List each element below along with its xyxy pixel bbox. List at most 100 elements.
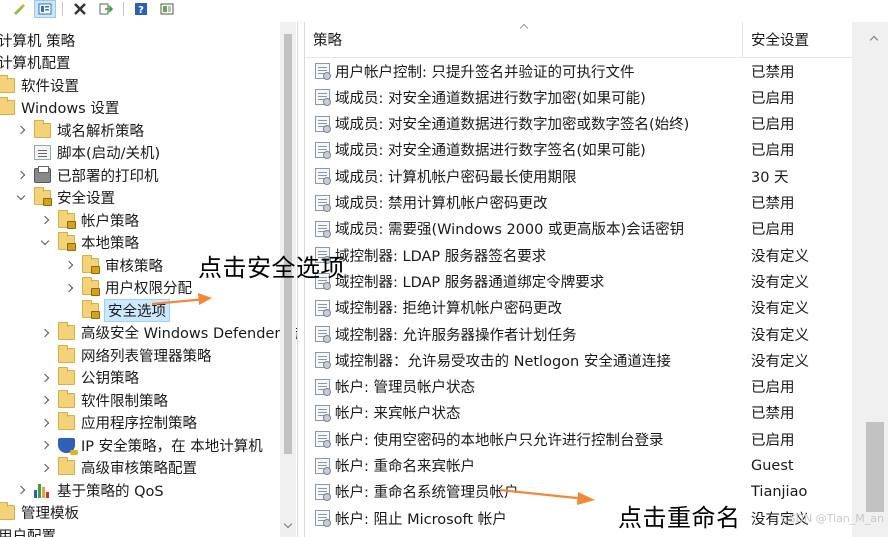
delete-button[interactable] bbox=[69, 0, 91, 18]
chevron-right-icon[interactable] bbox=[16, 485, 26, 495]
policy-cell: 域成员: 对安全通道数据进行数字签名(如果可能) bbox=[305, 139, 743, 160]
tree-item-label: 计算机配置 bbox=[0, 56, 71, 72]
tree-item[interactable]: 本地策略 bbox=[40, 232, 139, 254]
security-setting-value: 已禁用 bbox=[751, 406, 795, 423]
tree-item[interactable]: 用户配置 bbox=[0, 524, 56, 537]
tree-item[interactable]: 脚本(启动/关机) bbox=[16, 142, 160, 164]
toolbar: ? bbox=[0, 0, 888, 18]
script-icon bbox=[34, 145, 51, 160]
policy-row[interactable]: 域控制器: 允许服务器操作者计划任务 没有定义 bbox=[305, 321, 853, 347]
tree-item[interactable]: 应用程序控制策略 bbox=[40, 412, 197, 434]
policy-cell: 域控制器: 允许服务器操作者计划任务 bbox=[305, 324, 743, 345]
policy-row[interactable]: 域成员: 禁用计算机帐户密码更改 已禁用 bbox=[305, 190, 853, 216]
folder-icon bbox=[0, 74, 15, 93]
chevron-right-icon[interactable] bbox=[40, 463, 50, 473]
folder-icon bbox=[58, 344, 75, 363]
chevron-right-icon[interactable] bbox=[40, 373, 50, 383]
lock-folder-icon bbox=[58, 232, 76, 251]
policy-setting-icon bbox=[315, 378, 331, 396]
chevron-right-icon[interactable] bbox=[16, 170, 26, 180]
chevron-right-icon[interactable] bbox=[40, 418, 50, 428]
view-button[interactable] bbox=[156, 0, 178, 18]
policy-setting-icon bbox=[315, 404, 331, 422]
column-header-setting[interactable]: 安全设置 bbox=[743, 22, 853, 57]
policy-cell: 域控制器: 拒绝计算机帐户密码更改 bbox=[305, 297, 743, 318]
bar-chart-bar bbox=[42, 486, 45, 498]
folder-icon bbox=[58, 457, 75, 475]
tree-item[interactable]: 已部署的打印机 bbox=[16, 164, 159, 186]
chevron-right-icon[interactable] bbox=[40, 328, 50, 338]
policy-row[interactable]: 帐户: 使用空密码的本地帐户只允许进行控制台登录 已启用 bbox=[305, 426, 853, 452]
chevron-right-icon[interactable] bbox=[64, 283, 74, 293]
tree-item[interactable]: 安全设置 bbox=[16, 187, 115, 209]
column-header-policy[interactable]: 策略 bbox=[305, 22, 743, 57]
chevron-right-icon[interactable] bbox=[40, 440, 50, 450]
policy-name: 帐户: 阻止 Microsoft 帐户 bbox=[335, 511, 507, 528]
chevron-down-icon[interactable] bbox=[284, 521, 292, 529]
policy-row[interactable]: 域成员: 计算机帐户密码最长使用期限 30 天 bbox=[305, 163, 853, 189]
tree-item[interactable]: 计算机 策略 bbox=[0, 29, 75, 51]
chevron-right-icon[interactable] bbox=[40, 395, 50, 405]
chevron-right-icon[interactable] bbox=[64, 260, 74, 270]
policy-row[interactable]: 域成员: 需要强(Windows 2000 或更高版本)会话密钥 已启用 bbox=[305, 216, 853, 242]
policy-setting-icon bbox=[315, 457, 331, 475]
policy-name: 用户帐户控制: 只提升签名并验证的可执行文件 bbox=[335, 64, 635, 81]
tree-item-label: 已部署的打印机 bbox=[57, 168, 159, 185]
tree-item[interactable]: 管理模板 bbox=[0, 502, 79, 524]
policy-setting-icon bbox=[315, 510, 331, 528]
tree-item[interactable]: 软件设置 bbox=[0, 74, 79, 96]
policy-row[interactable]: 域控制器：允许易受攻击的 Netlogon 安全通道连接 没有定义 bbox=[305, 347, 853, 373]
folder-icon bbox=[58, 389, 75, 408]
edit-button[interactable] bbox=[8, 0, 30, 18]
tree-item[interactable]: 审核策略 bbox=[64, 254, 163, 276]
policy-setting-icon bbox=[315, 299, 331, 317]
tree-item[interactable]: 域名解析策略 bbox=[16, 119, 144, 141]
chevron-up-icon[interactable] bbox=[870, 34, 878, 42]
policy-row[interactable]: 用户帐户控制: 只提升签名并验证的可执行文件 已禁用 bbox=[305, 58, 853, 84]
security-setting-value: 已启用 bbox=[751, 380, 795, 397]
tree-item[interactable]: 高级审核策略配置 bbox=[40, 457, 197, 479]
tree-item[interactable]: 帐户策略 bbox=[40, 209, 139, 231]
policy-row[interactable]: 域成员: 对安全通道数据进行数字加密或数字签名(始终) 已启用 bbox=[305, 111, 853, 137]
export-button[interactable] bbox=[95, 0, 117, 18]
policy-row[interactable]: 域成员: 对安全通道数据进行数字签名(如果可能) 已启用 bbox=[305, 137, 853, 163]
security-setting-value: 没有定义 bbox=[751, 248, 809, 265]
policy-row[interactable]: 域控制器: LDAP 服务器签名要求 没有定义 bbox=[305, 242, 853, 268]
tree-scrollbar-thumb[interactable] bbox=[284, 34, 292, 454]
tree-item-label: 公钥策略 bbox=[81, 371, 139, 387]
tree-item[interactable]: 计算机配置 bbox=[0, 52, 71, 74]
policy-row[interactable]: 帐户: 管理员帐户状态 已启用 bbox=[305, 374, 853, 400]
policy-row[interactable]: 帐户: 来宾帐户状态 已禁用 bbox=[305, 400, 853, 426]
column-header-policy-label: 策略 bbox=[313, 32, 342, 49]
chevron-down-icon[interactable] bbox=[16, 193, 26, 203]
policy-cell: 域成员: 禁用计算机帐户密码更改 bbox=[305, 192, 743, 213]
annotation-arrow-right bbox=[499, 488, 595, 505]
policy-row[interactable]: 域控制器: 拒绝计算机帐户密码更改 没有定义 bbox=[305, 295, 853, 321]
policy-cell: 帐户: 来宾帐户状态 bbox=[305, 402, 743, 423]
tree-item-label: 帐户策略 bbox=[81, 213, 139, 230]
folder-icon bbox=[58, 322, 75, 340]
list-scrollbar[interactable] bbox=[852, 22, 888, 537]
tree-item[interactable]: IP 安全策略，在 本地计算机 bbox=[40, 434, 263, 456]
lock-folder-icon bbox=[34, 187, 52, 206]
tree-item[interactable]: 公钥策略 bbox=[40, 367, 139, 389]
list-scrollbar-thumb[interactable] bbox=[866, 422, 884, 512]
policy-row[interactable]: 域控制器: LDAP 服务器通道绑定令牌要求 没有定义 bbox=[305, 268, 853, 294]
tree-item[interactable]: 基于策略的 QoS bbox=[16, 479, 164, 501]
policy-row[interactable]: 域成员: 对安全通道数据进行数字加密(如果可能) 已启用 bbox=[305, 84, 853, 110]
policy-row[interactable]: 帐户: 重命名来宾帐户 Guest bbox=[305, 453, 853, 479]
policy-name: 帐户: 使用空密码的本地帐户只允许进行控制台登录 bbox=[335, 432, 664, 449]
chevron-right-icon[interactable] bbox=[16, 125, 26, 135]
folder-icon bbox=[0, 502, 15, 520]
policy-cell: 域成员: 对安全通道数据进行数字加密(如果可能) bbox=[305, 87, 743, 108]
help-button[interactable]: ? bbox=[130, 0, 152, 18]
properties-icon bbox=[38, 3, 52, 15]
tree-item[interactable]: 网络列表管理器策略 bbox=[40, 344, 212, 366]
tree-item[interactable]: 高级安全 Windows Defender 防 bbox=[40, 322, 297, 344]
tree-item[interactable]: Windows 设置 bbox=[0, 97, 119, 119]
policy-name: 域成员: 对安全通道数据进行数字签名(如果可能) bbox=[335, 143, 646, 160]
chevron-down-icon[interactable] bbox=[40, 238, 50, 248]
properties-button[interactable] bbox=[34, 0, 56, 18]
chevron-right-icon[interactable] bbox=[40, 215, 50, 225]
tree-item[interactable]: 软件限制策略 bbox=[40, 389, 168, 411]
